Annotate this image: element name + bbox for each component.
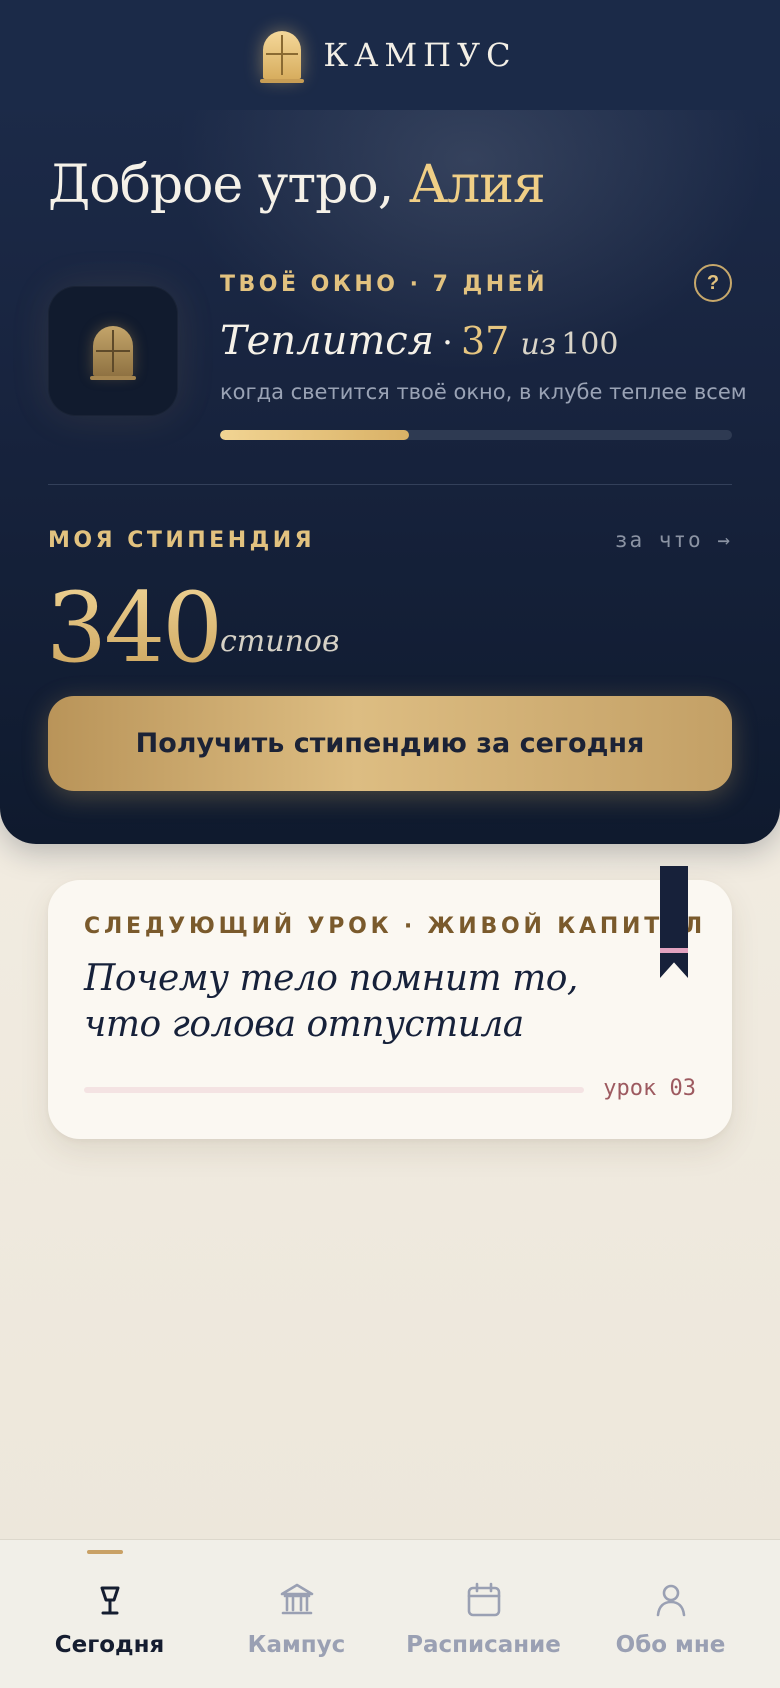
tab-label: Обо мне <box>615 1632 726 1658</box>
window-label: ТВОЁ ОКНО · 7 ДНЕЙ <box>220 272 549 297</box>
greeting: Доброе утро, Алия <box>48 155 546 215</box>
window-glow-icon <box>90 326 136 380</box>
lesson-number: урок 03 <box>603 1076 696 1101</box>
stipend-label: МОЯ СТИПЕНДИЯ <box>48 528 316 553</box>
tab-campus[interactable]: Кампус <box>199 1540 394 1688</box>
lamp-icon <box>100 1586 119 1615</box>
claim-stipend-button[interactable]: Получить стипендию за сегодня <box>48 696 732 791</box>
help-button[interactable]: ? <box>694 264 732 302</box>
tab-label: Кампус <box>247 1632 346 1658</box>
bookmark-icon[interactable] <box>660 866 688 978</box>
lesson-label: СЛЕДУЮЩИЙ УРОК · ЖИВОЙ КАПИТАЛ <box>84 914 706 939</box>
next-lesson-card[interactable]: СЛЕДУЮЩИЙ УРОК · ЖИВОЙ КАПИТАЛ Почему те… <box>48 880 732 1139</box>
hero-panel: КАМПУС Доброе утро, Алия ТВОЁ ОКНО · 7 Д… <box>0 0 780 844</box>
status-word: Теплится <box>220 318 435 364</box>
lesson-title: Почему тело помнит то, что голова отпуст… <box>84 958 578 1045</box>
user-icon <box>656 1584 685 1617</box>
window-progress-fill <box>220 430 410 440</box>
status-score: 37 <box>460 319 510 363</box>
greeting-prefix: Доброе утро, <box>48 155 394 215</box>
why-link[interactable]: за что → <box>615 528 732 552</box>
window-tile[interactable] <box>48 286 178 416</box>
tab-label: Сегодня <box>54 1632 165 1658</box>
app-header: КАМПУС <box>0 0 780 110</box>
bottom-tab-bar: Сегодня Кампус Расписание Обо мне <box>0 1539 780 1688</box>
status-separator: · <box>442 323 453 363</box>
stipend-unit: стипов <box>220 624 340 659</box>
calendar-icon <box>467 1582 500 1617</box>
status-hint: когда светится твоё окно, в клубе теплее… <box>220 380 747 404</box>
lesson-progress-bar <box>84 1087 584 1093</box>
status-max: 100 <box>561 327 619 362</box>
greeting-name: Алия <box>408 155 546 215</box>
window-progress-bar <box>220 430 732 440</box>
tab-label: Расписание <box>406 1632 561 1658</box>
active-tab-indicator <box>87 1550 123 1554</box>
brand-title: КАМПУС <box>323 36 517 74</box>
tab-schedule[interactable]: Расписание <box>386 1540 581 1688</box>
window-status-line: Теплится · 37 из 100 <box>220 318 618 364</box>
stipend-amount: 340 <box>46 572 223 684</box>
building-icon <box>280 1583 313 1615</box>
divider <box>48 484 732 485</box>
tab-profile[interactable]: Обо мне <box>573 1540 768 1688</box>
window-icon <box>260 31 305 83</box>
tab-today[interactable]: Сегодня <box>12 1540 207 1688</box>
status-of-label: из <box>520 327 557 362</box>
